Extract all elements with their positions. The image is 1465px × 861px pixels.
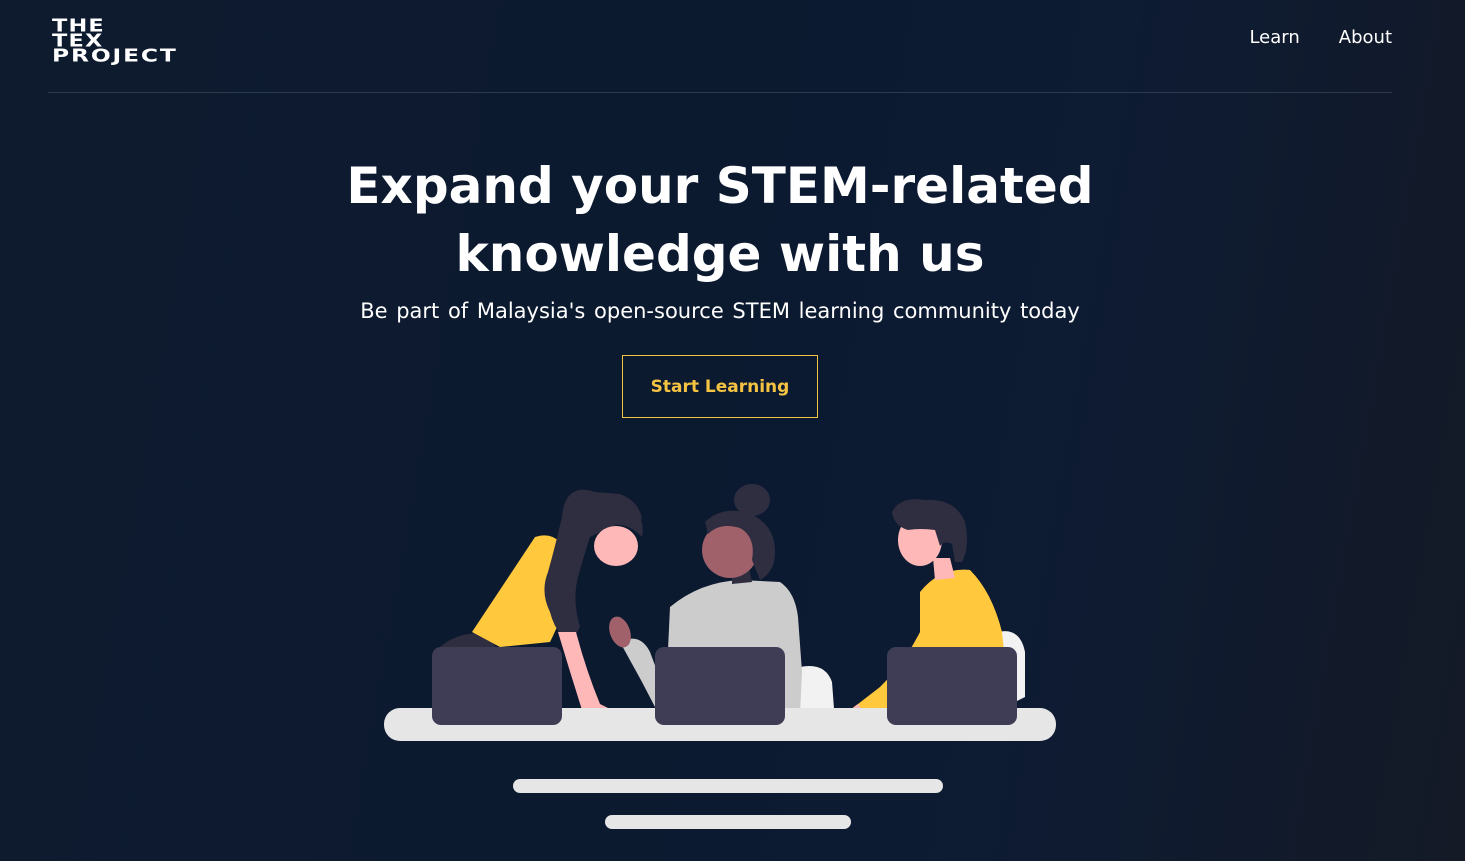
nav-links: Learn About xyxy=(1249,27,1392,48)
laptop-right xyxy=(887,647,1017,725)
nav-link-learn[interactable]: Learn xyxy=(1249,27,1299,48)
start-learning-button[interactable]: Start Learning xyxy=(622,355,818,418)
logo-line-3: PROJECT xyxy=(52,45,178,67)
floor-line-1 xyxy=(513,779,943,793)
hero-subtitle: Be part of Malaysia's open-source STEM l… xyxy=(360,299,1080,323)
hero-title: Expand your STEM-related knowledge with … xyxy=(0,152,1440,288)
laptop-left xyxy=(432,647,562,725)
nav-link-about[interactable]: About xyxy=(1339,27,1392,48)
navbar: THE TEX PROJECT Learn About xyxy=(48,0,1392,93)
floor-line-2 xyxy=(605,815,851,829)
hero-title-line-2: knowledge with us xyxy=(455,225,985,283)
logo[interactable]: THE TEX PROJECT xyxy=(52,17,242,69)
hero-title-line-1: Expand your STEM-related xyxy=(346,157,1094,215)
people-studying-laptops-illustration xyxy=(384,484,1056,829)
laptop-middle xyxy=(655,647,785,725)
